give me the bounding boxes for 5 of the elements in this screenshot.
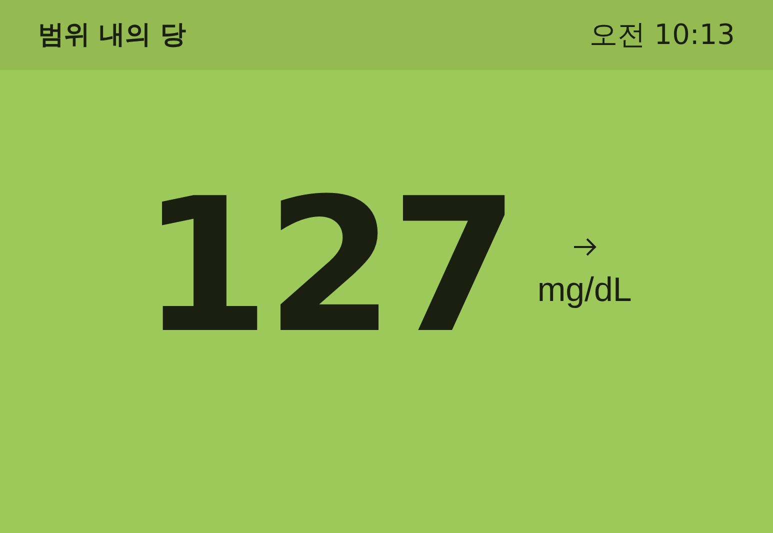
- time-text: 오전 10:13: [589, 17, 735, 53]
- trend-arrow-icon: [572, 237, 598, 257]
- glucose-value: 127: [141, 174, 516, 359]
- status-title: 범위 내의 당: [38, 18, 186, 52]
- unit-text: mg/dL: [537, 270, 632, 311]
